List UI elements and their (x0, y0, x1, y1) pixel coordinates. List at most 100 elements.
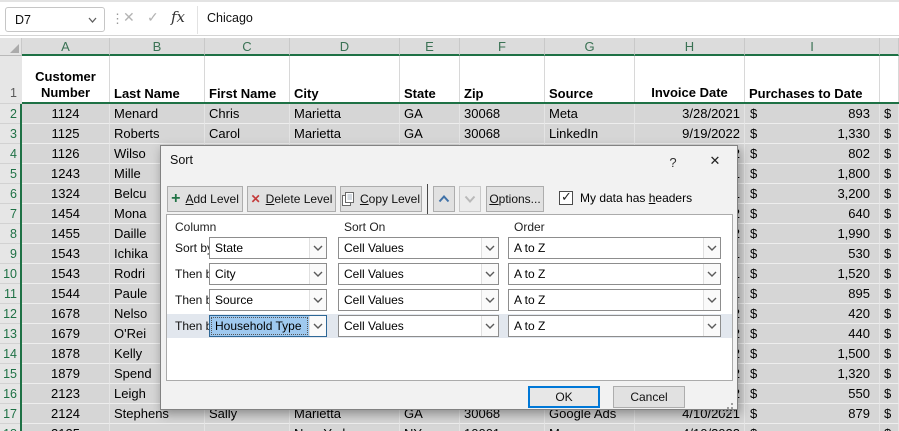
cell-purchases-to-date[interactable]: $3,200 (745, 184, 880, 204)
column-header-H[interactable]: H (635, 38, 745, 56)
cell-col-j[interactable]: $ (880, 144, 899, 164)
cancel-entry-icon[interactable]: ✕ (123, 9, 135, 26)
cell-col-j[interactable]: $ (880, 304, 899, 324)
column-header-I[interactable]: I (745, 38, 880, 56)
cell-col-j[interactable]: $ (880, 124, 899, 144)
close-icon[interactable]: ✕ (697, 148, 733, 173)
row-header-12[interactable]: 12 (0, 304, 22, 324)
row-header-1[interactable]: 1 (0, 56, 22, 104)
header-cell-city[interactable]: City (290, 56, 400, 104)
insert-function-icon[interactable]: fx (171, 8, 185, 26)
cell-last-name[interactable]: Roberts (110, 124, 205, 144)
my-data-has-headers-checkbox[interactable]: ✓ (559, 189, 573, 205)
cell-col-j[interactable]: $ (880, 424, 899, 431)
column-select[interactable]: State (209, 237, 327, 259)
cell-city[interactable]: Marietta (290, 124, 400, 144)
cell-purchases-to-date[interactable]: $802 (745, 144, 880, 164)
sort-on-select[interactable]: Cell Values (338, 237, 499, 259)
row-header-8[interactable]: 8 (0, 224, 22, 244)
row-header-9[interactable]: 9 (0, 244, 22, 264)
cell-customer-number[interactable]: 1455 (22, 224, 110, 244)
cell-invoice-date[interactable]: 9/19/2022 (635, 124, 745, 144)
resize-grip-icon[interactable] (731, 403, 733, 405)
row-header-18[interactable]: 18 (0, 424, 22, 431)
column-header-J[interactable] (880, 38, 899, 56)
cell-zip[interactable]: 10001 (460, 424, 545, 431)
cell-purchases-to-date[interactable]: $440 (745, 324, 880, 344)
cell-col-j[interactable]: $ (880, 104, 899, 124)
cell-purchases-to-date[interactable]: $640 (745, 204, 880, 224)
options-button[interactable]: Options... (486, 186, 544, 212)
cell-customer-number[interactable]: 1544 (22, 284, 110, 304)
cell-zip[interactable]: 30068 (460, 124, 545, 144)
cell-col-j[interactable]: $ (880, 344, 899, 364)
cancel-button[interactable]: Cancel (613, 386, 685, 408)
row-header-7[interactable]: 7 (0, 204, 22, 224)
name-box[interactable]: D7 (5, 7, 105, 32)
cell-customer-number[interactable]: 1879 (22, 364, 110, 384)
cell-customer-number[interactable]: 2124 (22, 404, 110, 424)
enter-entry-icon[interactable]: ✓ (147, 9, 159, 26)
cell-customer-number[interactable]: 1124 (22, 104, 110, 124)
cell-customer-number[interactable]: 2123 (22, 384, 110, 404)
column-select[interactable]: Household Type (209, 315, 327, 337)
cell-col-j[interactable]: $ (880, 364, 899, 384)
cell-source[interactable]: Meta (545, 104, 635, 124)
cell-customer-number[interactable]: 1679 (22, 324, 110, 344)
cell-col-j[interactable]: $ (880, 184, 899, 204)
cell-customer-number[interactable]: 1543 (22, 244, 110, 264)
order-select[interactable]: A to Z (508, 289, 721, 311)
copy-level-button[interactable]: Copy Level (340, 186, 422, 212)
column-header-A[interactable]: A (22, 38, 110, 56)
cell-first-name[interactable] (205, 424, 290, 431)
cell-customer-number[interactable]: 1324 (22, 184, 110, 204)
sort-on-select[interactable]: Cell Values (338, 315, 499, 337)
help-icon[interactable]: ? (663, 152, 683, 172)
sort-on-select[interactable]: Cell Values (338, 263, 499, 285)
cell-col-j[interactable]: $ (880, 404, 899, 424)
column-select[interactable]: Source (209, 289, 327, 311)
header-cell-invoice-date[interactable]: Invoice Date (635, 56, 745, 104)
row-header-11[interactable]: 11 (0, 284, 22, 304)
header-cell-first-name[interactable]: First Name (205, 56, 290, 104)
cell-customer-number[interactable]: 1126 (22, 144, 110, 164)
move-up-button[interactable] (433, 186, 455, 212)
cell-purchases-to-date[interactable]: $420 (745, 304, 880, 324)
row-header-4[interactable]: 4 (0, 144, 22, 164)
cell-customer-number[interactable]: 1454 (22, 204, 110, 224)
cell-purchases-to-date[interactable]: $550 (745, 384, 880, 404)
cell-customer-number[interactable]: 2125 (22, 424, 110, 431)
row-header-14[interactable]: 14 (0, 344, 22, 364)
cell-last-name[interactable]: Menard (110, 104, 205, 124)
cell-customer-number[interactable]: 1243 (22, 164, 110, 184)
cell-source[interactable]: LinkedIn (545, 124, 635, 144)
cell-purchases-to-date[interactable]: $1,800 (745, 164, 880, 184)
row-header-5[interactable]: 5 (0, 164, 22, 184)
column-header-E[interactable]: E (400, 38, 460, 56)
row-header-15[interactable]: 15 (0, 364, 22, 384)
row-header-17[interactable]: 17 (0, 404, 22, 424)
cell-source[interactable]: M (545, 424, 635, 431)
cell-purchases-to-date[interactable]: $879 (745, 404, 880, 424)
cell-col-j[interactable]: $ (880, 204, 899, 224)
cell-col-j[interactable]: $ (880, 324, 899, 344)
column-header-B[interactable]: B (110, 38, 205, 56)
cell-state[interactable]: GA (400, 104, 460, 124)
header-cell-purchases-to-date[interactable]: Purchases to Date (745, 56, 880, 104)
column-header-G[interactable]: G (545, 38, 635, 56)
header-cell-source[interactable]: Source (545, 56, 635, 104)
header-cell-zip[interactable]: Zip (460, 56, 545, 104)
row-header-13[interactable]: 13 (0, 324, 22, 344)
header-cell-state[interactable]: State (400, 56, 460, 104)
row-header-6[interactable]: 6 (0, 184, 22, 204)
cell-col-j[interactable]: $ (880, 264, 899, 284)
select-all-corner[interactable] (0, 38, 22, 56)
move-down-button[interactable] (459, 186, 481, 212)
delete-level-button[interactable]: ✕ Delete Level (247, 186, 336, 212)
cell-purchases-to-date[interactable]: $1,330 (745, 124, 880, 144)
row-header-10[interactable]: 10 (0, 264, 22, 284)
cell-purchases-to-date[interactable]: $1,520 (745, 264, 880, 284)
order-select[interactable]: A to Z (508, 263, 721, 285)
sort-on-select[interactable]: Cell Values (338, 289, 499, 311)
cell-col-j[interactable]: $ (880, 284, 899, 304)
